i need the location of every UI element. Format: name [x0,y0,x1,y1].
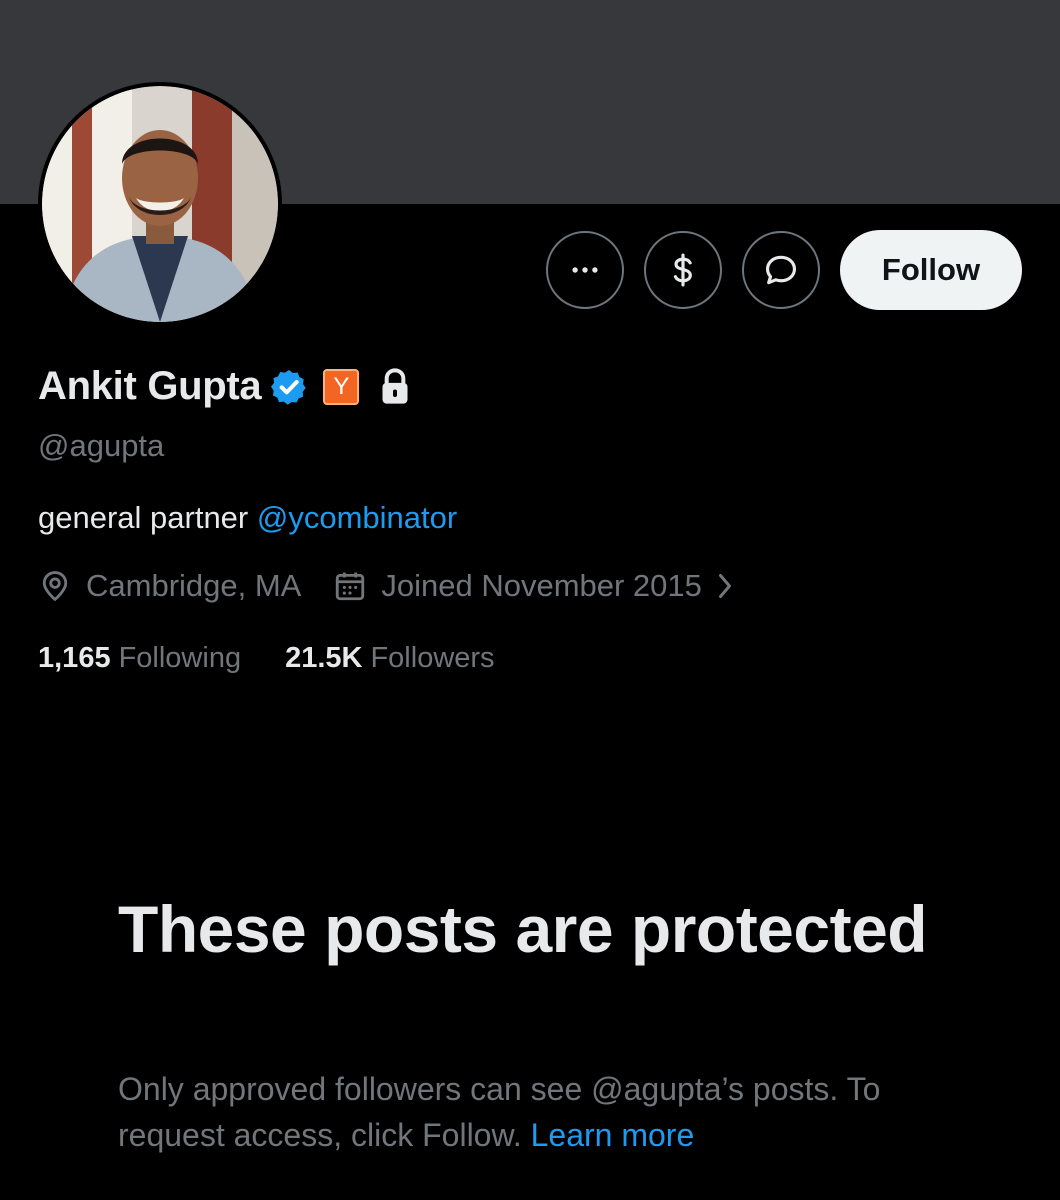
profile-handle: @agupta [38,428,165,463]
location-item: Cambridge, MA [38,568,301,604]
joined-item[interactable]: Joined November 2015 [333,568,750,604]
following-link[interactable]: 1,165 Following [38,642,241,675]
profile-name-row: Ankit Gupta Y [38,364,413,409]
more-button[interactable] [546,231,624,309]
profile-bio: general partner @ycombinator [38,500,457,536]
more-icon [572,267,598,273]
protected-lock-icon [377,367,413,407]
bio-text: general partner [38,500,257,535]
display-name: Ankit Gupta [38,364,262,408]
calendar-icon [336,572,365,601]
protected-message-text: Only approved followers can see @agupta’… [118,1071,881,1153]
following-label: Following [118,642,242,674]
follow-button[interactable]: Follow [840,230,1022,310]
followers-count: 21.5K [285,642,363,674]
location-text: Cambridge, MA [86,568,302,603]
following-count: 1,165 [38,642,111,674]
message-icon [765,255,797,285]
chevron-right-icon [714,571,750,601]
protected-posts-message: Only approved followers can see @agupta’… [118,1066,978,1158]
profile-meta: Cambridge, MA Joined November 2015 [38,568,750,604]
learn-more-link[interactable]: Learn more [531,1117,695,1153]
protected-posts-title: These posts are protected [118,892,928,966]
followers-link[interactable]: 21.5K Followers [285,642,494,675]
profile-actions: Follow [546,230,1022,310]
bio-mention-link[interactable]: @ycombinator [257,500,457,535]
followers-label: Followers [370,642,495,674]
avatar[interactable] [38,82,282,326]
message-button[interactable] [742,231,820,309]
avatar-photo [42,86,278,322]
profile-stats: 1,165 Following 21.5K Followers [38,642,495,675]
tip-button[interactable] [644,231,722,309]
location-pin-icon [42,571,68,602]
yc-affiliate-badge[interactable]: Y [323,368,360,405]
dollar-icon [673,253,692,287]
joined-text: Joined November 2015 [381,568,702,603]
verified-badge[interactable] [269,367,309,407]
verified-icon [271,369,307,405]
